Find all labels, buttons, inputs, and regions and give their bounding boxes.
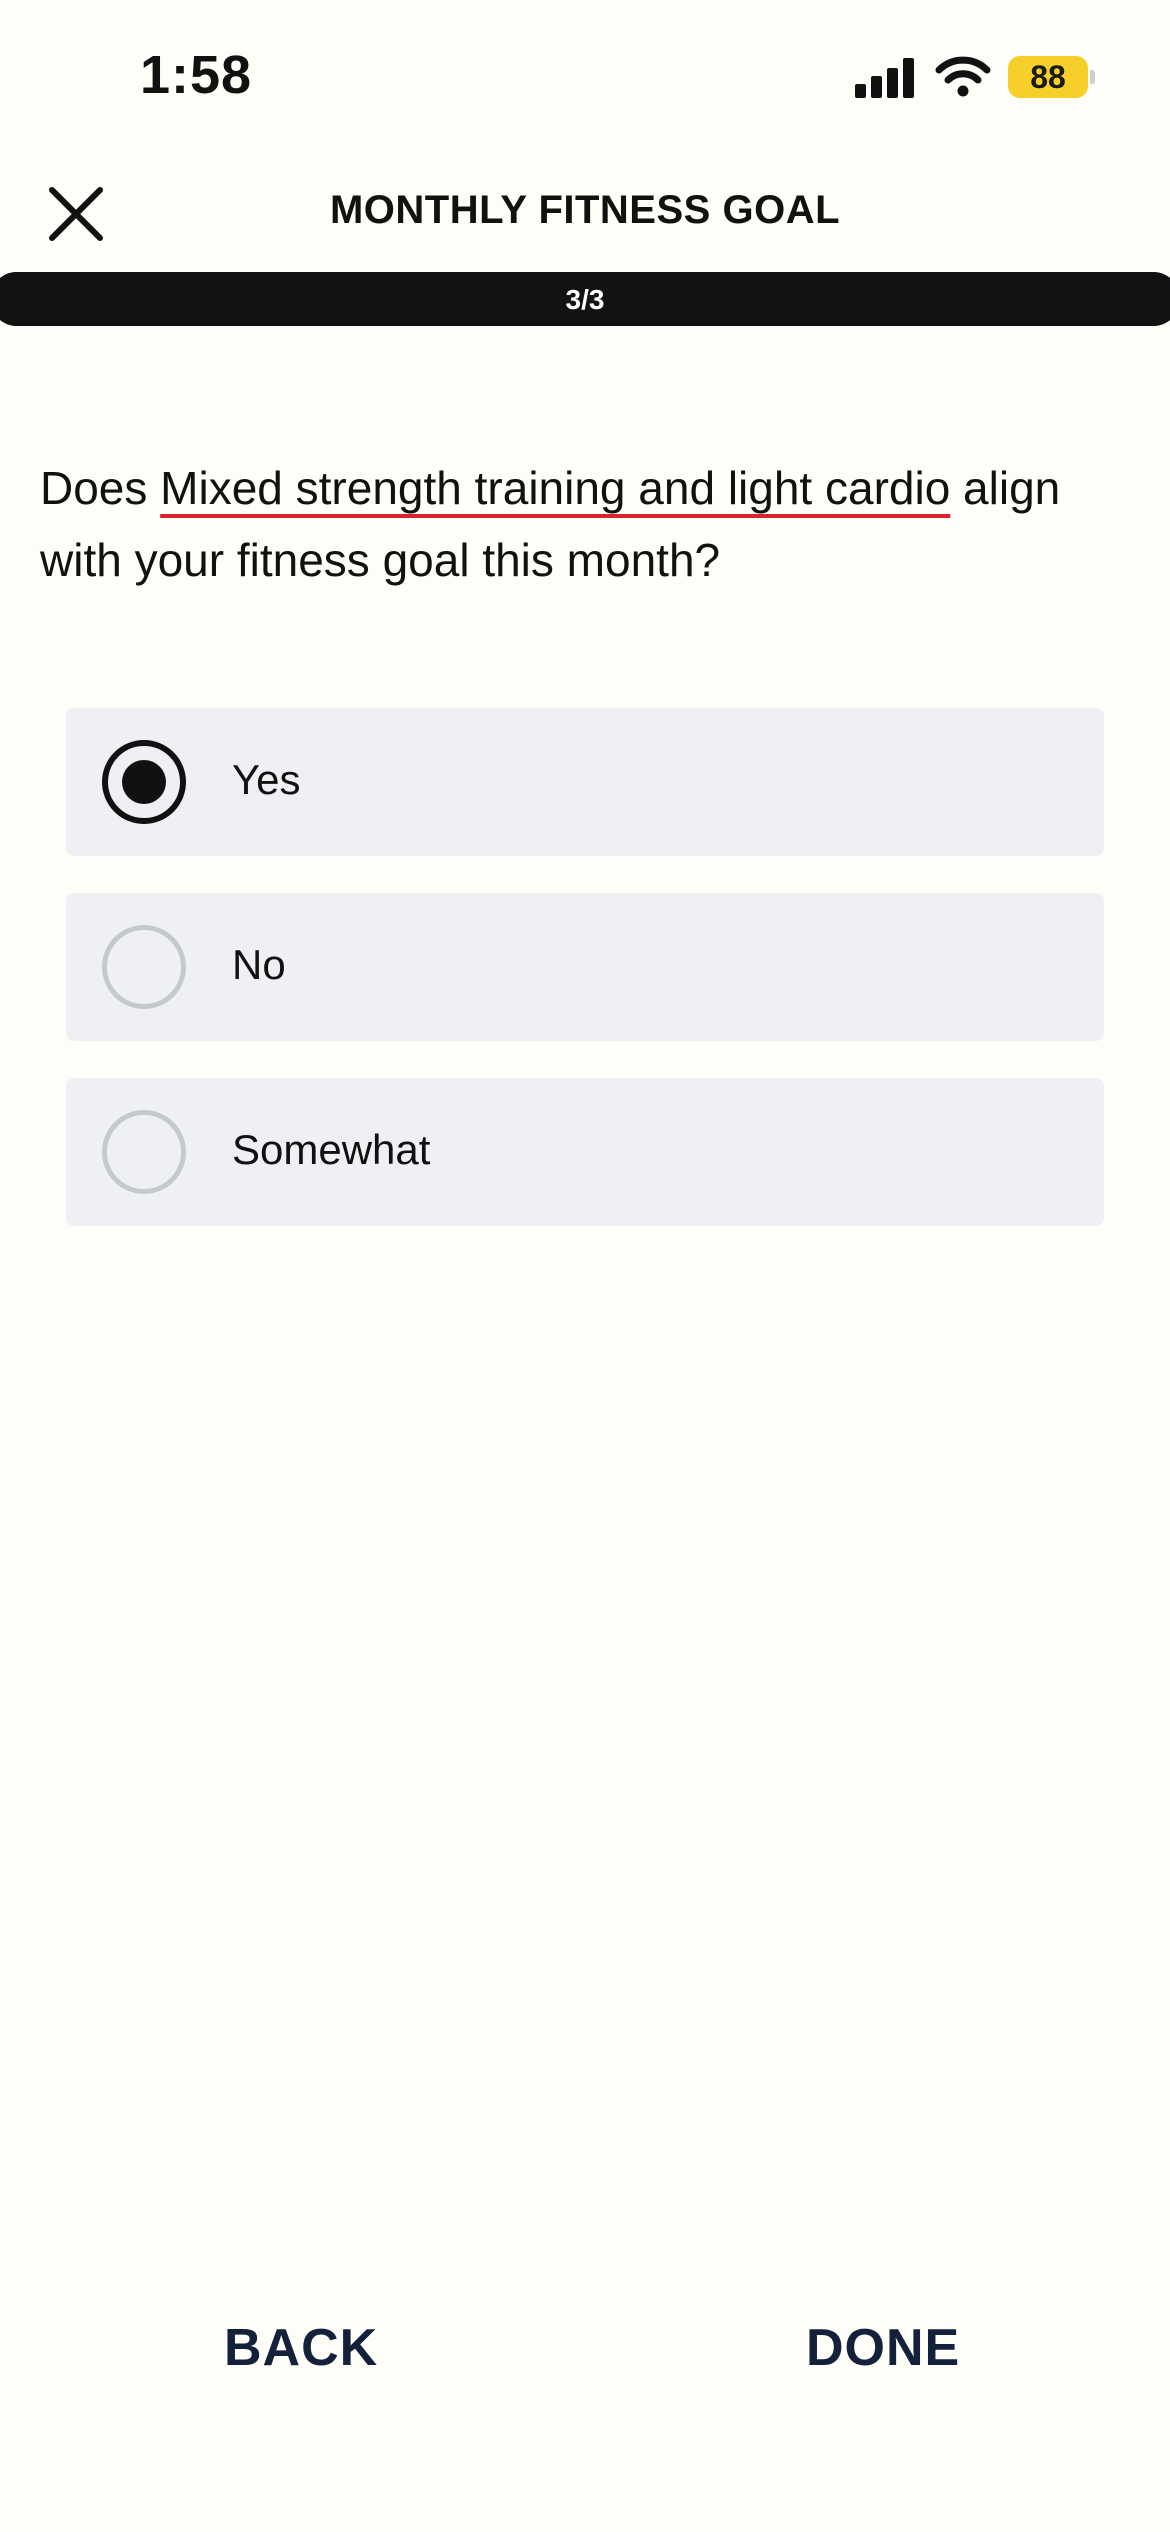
page-title: MONTHLY FITNESS GOAL — [329, 188, 841, 232]
question-highlight: Mixed strength training and light cardio — [160, 462, 951, 514]
radio-button[interactable] — [102, 740, 186, 824]
progress-label: 3/3 — [565, 284, 605, 315]
status-bar: 1:58 88 — [0, 0, 1170, 150]
battery-icon: 88 — [1008, 56, 1088, 98]
answer-options: Yes No Somewhat — [66, 708, 1104, 1263]
battery-cap — [1090, 70, 1095, 84]
question-prefix: Does — [40, 462, 161, 514]
option-label: No — [232, 941, 286, 988]
radio-button[interactable] — [102, 1110, 186, 1194]
option-somewhat[interactable]: Somewhat — [66, 1078, 1104, 1226]
back-button[interactable]: BACK — [224, 2318, 378, 2378]
wifi-icon — [935, 56, 991, 97]
question-text: Does Mixed strength training and light c… — [40, 452, 1140, 596]
progress-bar: 3/3 — [0, 272, 1170, 326]
cellular-signal-icon — [855, 58, 915, 98]
option-label: Yes — [232, 756, 301, 803]
status-time: 1:58 — [140, 45, 253, 105]
battery-level: 88 — [1030, 58, 1066, 95]
radio-button[interactable] — [102, 925, 186, 1009]
done-button[interactable]: DONE — [806, 2318, 960, 2378]
option-no[interactable]: No — [66, 893, 1104, 1041]
header: MONTHLY FITNESS GOAL — [0, 160, 1170, 260]
option-yes[interactable]: Yes — [66, 708, 1104, 856]
option-label: Somewhat — [232, 1126, 431, 1173]
